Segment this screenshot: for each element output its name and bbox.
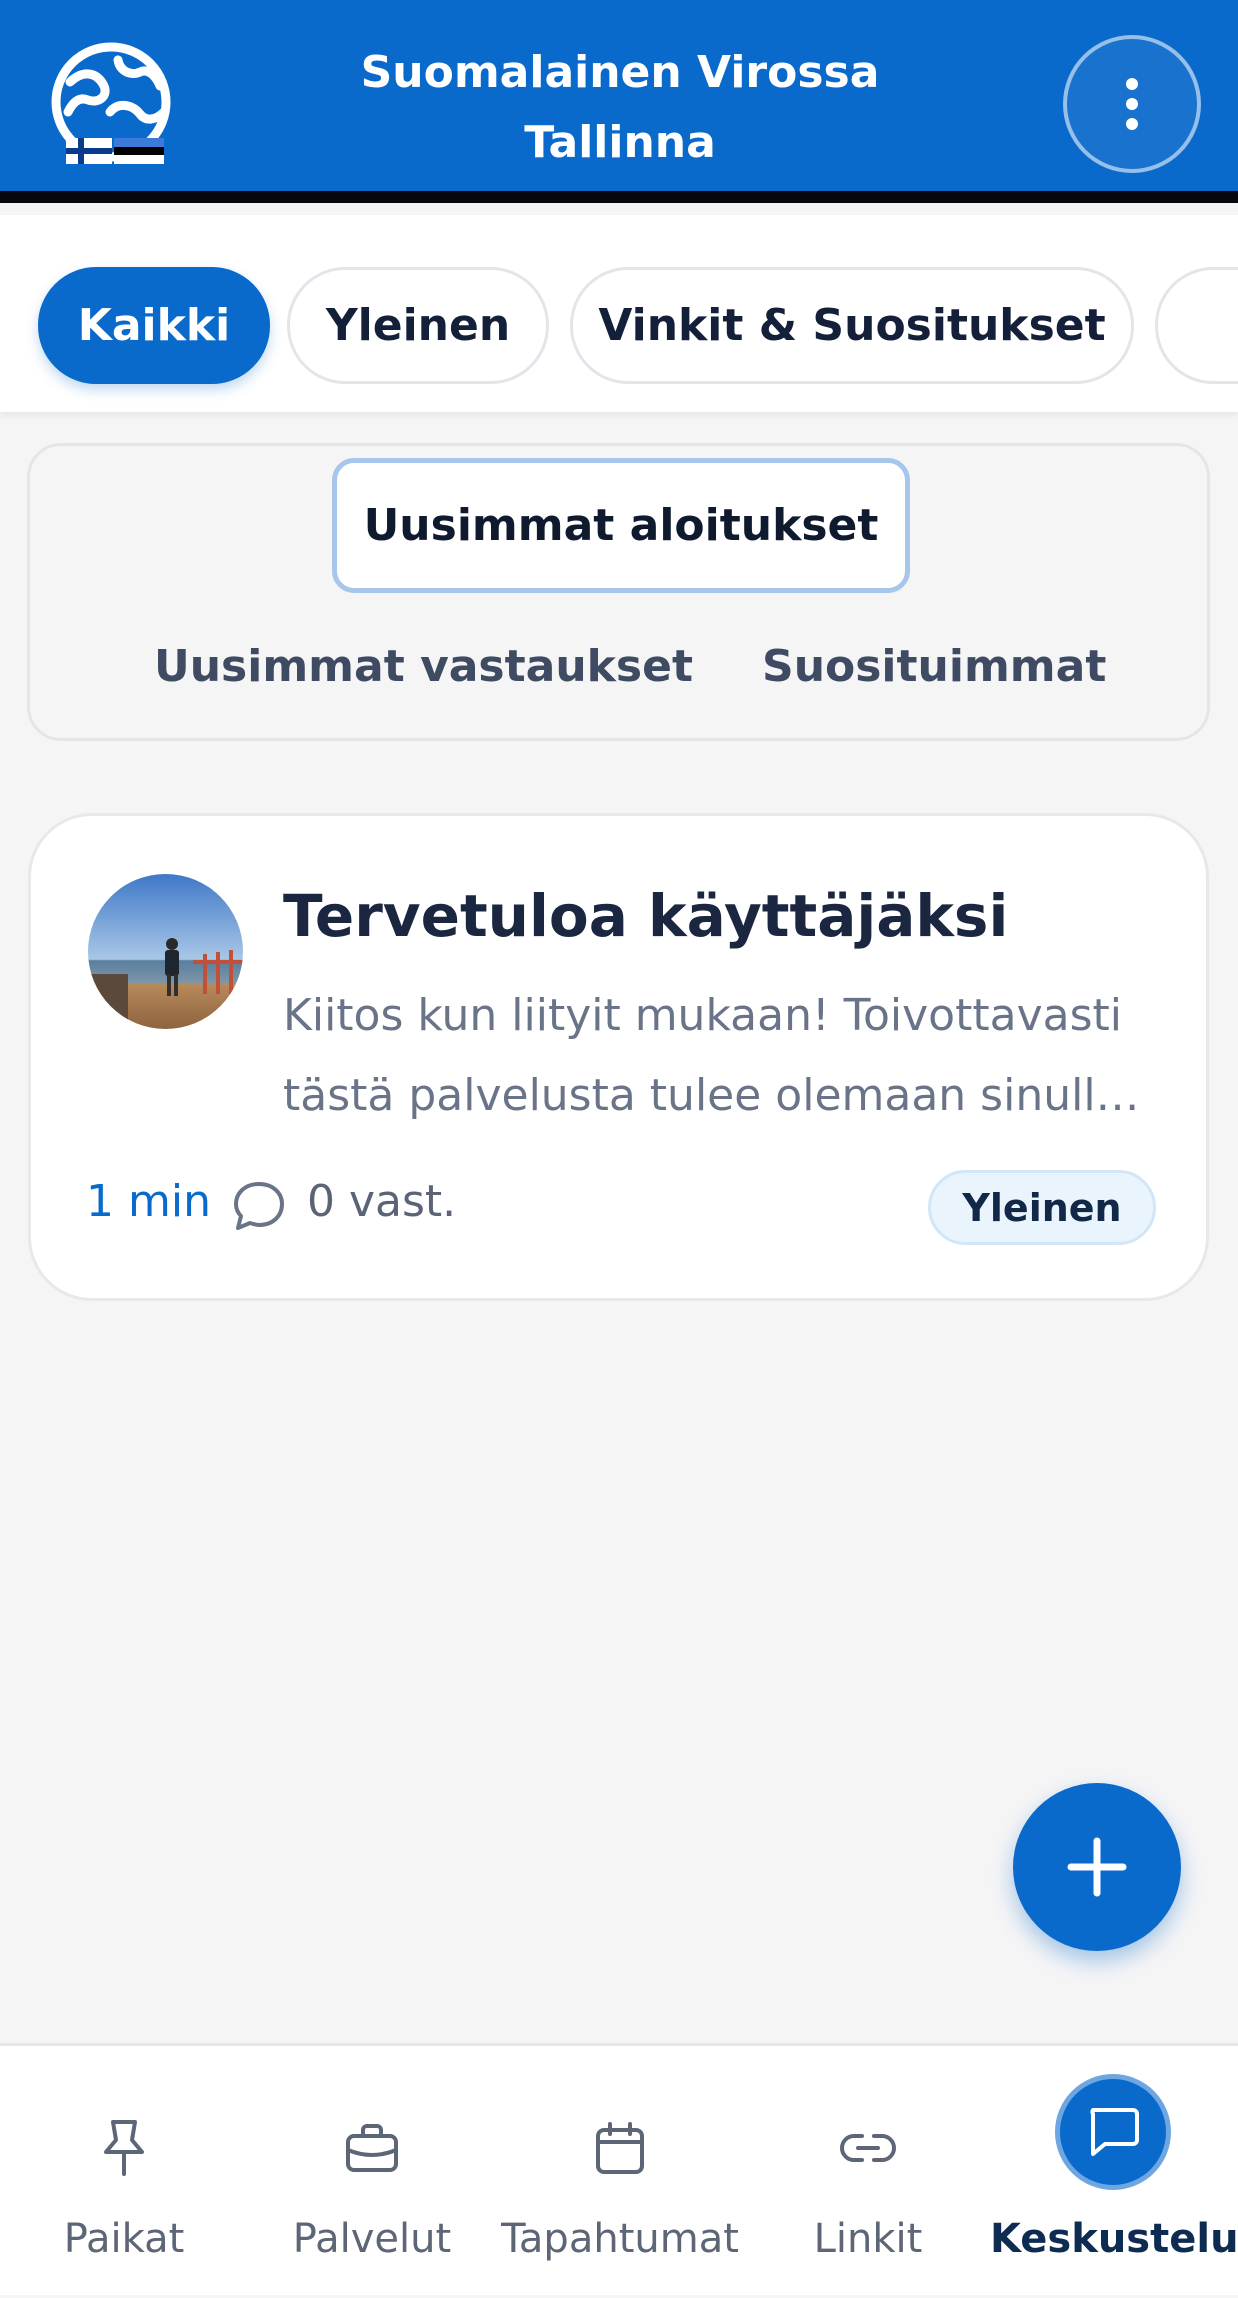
post-card[interactable]: Tervetuloa käyttäjäksi Kiitos kun liityi… <box>28 813 1209 1301</box>
nav-item-palvelut[interactable]: Palvelut <box>248 2046 496 2298</box>
calendar-icon <box>570 2098 670 2198</box>
app-header: Suomalainen Virossa Tallinna <box>0 0 1238 203</box>
sort-panel: Uusimmat aloitukset Uusimmat vastaukset … <box>27 443 1210 741</box>
sort-option-newest-threads[interactable]: Uusimmat aloitukset <box>332 458 910 593</box>
link-icon <box>818 2098 918 2198</box>
sort-option-popular[interactable]: Suosituimmat <box>762 631 1106 701</box>
nav-label-palvelut: Palvelut <box>292 2216 452 2262</box>
globe-flags-logo[interactable] <box>48 42 174 168</box>
plus-icon <box>1067 1837 1127 1897</box>
nav-label-linkit: Linkit <box>813 2216 923 2262</box>
new-post-button[interactable] <box>1013 1783 1181 1951</box>
sort-option-newest-replies[interactable]: Uusimmat vastaukset <box>154 631 693 701</box>
app-title-line1: Suomalainen Virossa <box>360 47 880 98</box>
category-chip-more[interactable] <box>1155 267 1238 384</box>
category-chip-yleinen[interactable]: Yleinen <box>287 267 549 384</box>
bottom-navigation: Paikat Palvelut Tapahtumat Linkit Keskus… <box>0 2043 1238 2295</box>
app-title: Suomalainen Virossa Tallinna <box>260 38 980 178</box>
nav-label-keskustelut: Keskustelut <box>990 2216 1238 2262</box>
user-avatar-photo <box>88 874 243 1029</box>
post-time: 1 min <box>86 1175 211 1227</box>
post-category-badge: Yleinen <box>928 1170 1156 1245</box>
more-vertical-icon <box>1126 78 1138 130</box>
category-chip-kaikki[interactable]: Kaikki <box>38 267 270 384</box>
briefcase-icon <box>322 2098 422 2198</box>
post-reply-count: 0 vast. <box>307 1175 457 1227</box>
nav-label-tapahtumat: Tapahtumat <box>501 2216 739 2262</box>
nav-item-linkit[interactable]: Linkit <box>744 2046 992 2298</box>
post-excerpt: Kiitos kun liityit mukaan! Toivottavasti… <box>283 990 1123 1121</box>
more-menu-button[interactable] <box>1063 35 1201 173</box>
category-chip-vinkit[interactable]: Vinkit & Suositukset <box>570 267 1134 384</box>
nav-item-keskustelut[interactable]: Keskustelut <box>990 2046 1238 2298</box>
comment-icon <box>234 1182 284 1230</box>
app-title-line2: Tallinna <box>524 117 716 168</box>
post-title[interactable]: Tervetuloa käyttäjäksi <box>283 876 1163 956</box>
chat-icon <box>1055 2074 1171 2190</box>
nav-label-paikat: Paikat <box>63 2216 185 2262</box>
nav-item-tapahtumat[interactable]: Tapahtumat <box>496 2046 744 2298</box>
nav-item-paikat[interactable]: Paikat <box>0 2046 248 2298</box>
category-filter-bar: Kaikki Yleinen Vinkit & Suositukset <box>0 215 1238 412</box>
pin-icon <box>74 2098 174 2198</box>
